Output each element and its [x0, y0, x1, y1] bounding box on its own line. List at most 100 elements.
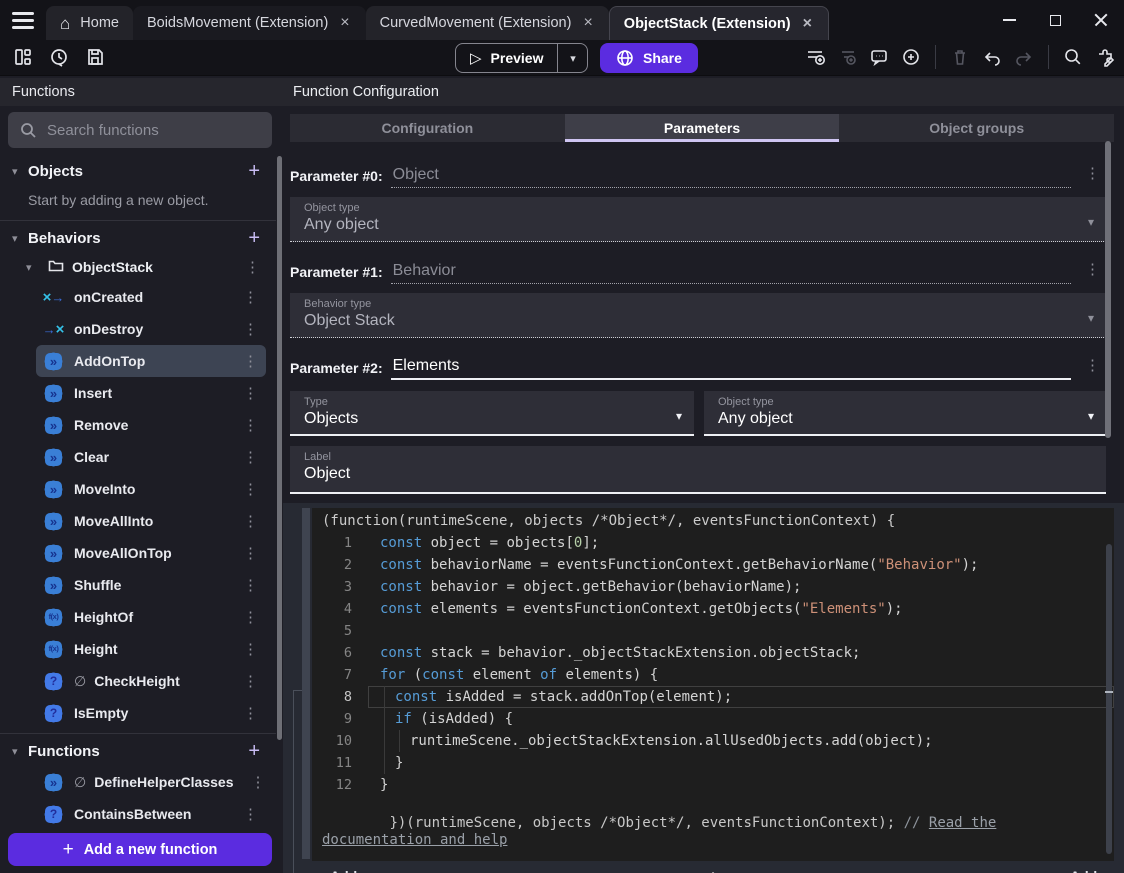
- behavior-function-moveallinto[interactable]: » MoveAllInto ⋮: [36, 505, 266, 537]
- free-function-containsbetween[interactable]: ? ContainsBetween ⋮: [36, 798, 266, 830]
- window-tab-curvedmovement[interactable]: CurvedMovement (Extension) ×: [365, 6, 609, 40]
- behavior-function-moveinto[interactable]: » MoveInto ⋮: [36, 473, 266, 505]
- preview-dropdown-button[interactable]: ▾: [557, 44, 587, 72]
- functions-section-header[interactable]: ▾ Functions +: [0, 736, 276, 766]
- minimize-button[interactable]: [986, 0, 1032, 40]
- kebab-menu-icon[interactable]: ⋮: [237, 416, 264, 434]
- kebab-menu-icon[interactable]: ⋮: [237, 704, 264, 722]
- close-button[interactable]: [1078, 0, 1124, 40]
- main-menu-icon[interactable]: [0, 0, 46, 40]
- save-icon[interactable]: [82, 44, 108, 70]
- behavior-function-heightof[interactable]: f(x) HeightOf ⋮: [36, 601, 266, 633]
- code-line-9[interactable]: 9 if (isAdded) {: [312, 708, 1114, 730]
- behavior-function-shuffle[interactable]: » Shuffle ⋮: [36, 569, 266, 601]
- kebab-menu-icon[interactable]: ⋮: [237, 384, 264, 402]
- kebab-menu-icon[interactable]: ⋮: [237, 544, 264, 562]
- parameter-2-name-input[interactable]: Elements: [390, 357, 1071, 380]
- close-tab-icon[interactable]: ×: [338, 14, 351, 32]
- behavior-function-ondestroy[interactable]: → × onDestroy ⋮: [36, 313, 266, 345]
- kebab-menu-icon[interactable]: ⋮: [237, 448, 264, 466]
- behavior-function-insert[interactable]: » Insert ⋮: [36, 377, 266, 409]
- code-line-1[interactable]: 1 const object = objects[0];: [312, 532, 1114, 554]
- event-drag-handle[interactable]: [302, 508, 310, 859]
- kebab-menu-icon[interactable]: ⋮: [237, 672, 264, 690]
- javascript-code-editor[interactable]: (function(runtimeScene, objects /*Object…: [312, 508, 1114, 873]
- behavior-function-checkheight[interactable]: ? ∅ CheckHeight ⋮: [36, 665, 266, 697]
- preview-button[interactable]: ▷ Preview ▾: [455, 43, 589, 73]
- parameter-0-name-input[interactable]: Object: [390, 166, 1071, 188]
- kebab-menu-icon[interactable]: ⋮: [237, 608, 264, 626]
- behavior-function-height[interactable]: f(x) Height ⋮: [36, 633, 266, 665]
- code-line-12[interactable]: 12}: [312, 774, 1114, 796]
- parameter-2-label-input[interactable]: Label Object: [290, 446, 1106, 494]
- parameter-0-object-type-select[interactable]: Object type Any object ▾: [290, 197, 1106, 242]
- behavior-function-moveallontop[interactable]: » MoveAllOnTop ⋮: [36, 537, 266, 569]
- code-line-8[interactable]: 8 const isAdded = stack.addOnTop(element)…: [312, 686, 1114, 708]
- code-line-7[interactable]: 7 for (const element of elements) {: [312, 664, 1114, 686]
- search-icon[interactable]: [1060, 44, 1086, 70]
- kebab-menu-icon[interactable]: ⋮: [237, 576, 264, 594]
- code-line-11[interactable]: 11}: [312, 752, 1114, 774]
- tab-object-groups[interactable]: Object groups: [839, 114, 1114, 142]
- code-line-2[interactable]: 2 const behaviorName = eventsFunctionCont…: [312, 554, 1114, 576]
- behavior-function-clear[interactable]: » Clear ⋮: [36, 441, 266, 473]
- history-icon[interactable]: [46, 44, 72, 70]
- kebab-menu-icon[interactable]: ⋮: [237, 480, 264, 498]
- undo-icon[interactable]: [979, 44, 1005, 70]
- kebab-menu-icon[interactable]: ⋮: [237, 288, 264, 306]
- parameter-1-behavior-type-select[interactable]: Behavior type Object Stack ▾: [290, 293, 1106, 338]
- maximize-button[interactable]: [1032, 0, 1078, 40]
- close-tab-icon[interactable]: ×: [801, 15, 814, 33]
- objects-section-header[interactable]: ▾ Objects +: [0, 156, 276, 186]
- code-line-4[interactable]: 4 const elements = eventsFunctionContext.…: [312, 598, 1114, 620]
- code-line-10[interactable]: 10 runtimeScene._objectStackExtension.all…: [312, 730, 1114, 752]
- line-number: 10: [335, 733, 352, 749]
- parameter-2-type-select[interactable]: Type Objects ▾: [290, 391, 694, 436]
- behavior-function-addontop[interactable]: » AddOnTop ⋮: [36, 345, 266, 377]
- code-line-3[interactable]: 3 const behavior = object.getBehavior(beh…: [312, 576, 1114, 598]
- function-name: onCreated: [74, 289, 144, 305]
- main-scrollbar[interactable]: [1105, 141, 1111, 438]
- code-line-6[interactable]: 6 const stack = behavior._objectStackExte…: [312, 642, 1114, 664]
- parameter-2-kebab-icon[interactable]: ⋮: [1079, 356, 1106, 374]
- kebab-menu-icon[interactable]: ⋮: [239, 258, 266, 276]
- add-event-icon[interactable]: [802, 44, 828, 70]
- add-object-button[interactable]: +: [244, 160, 264, 183]
- behavior-function-isempty[interactable]: ? IsEmpty ⋮: [36, 697, 266, 729]
- behavior-function-remove[interactable]: » Remove ⋮: [36, 409, 266, 441]
- add-new-function-button[interactable]: + Add a new function: [8, 833, 272, 866]
- behaviors-section-header[interactable]: ▾ Behaviors +: [0, 223, 276, 253]
- panels-icon[interactable]: [10, 44, 36, 70]
- behavior-folder-objectstack[interactable]: ▾ ObjectStack ⋮: [0, 253, 276, 281]
- add-function-plus-button[interactable]: +: [244, 740, 264, 763]
- window-tab-boidsmovement[interactable]: BoidsMovement (Extension) ×: [132, 6, 366, 40]
- parameter-0-kebab-icon[interactable]: ⋮: [1079, 164, 1106, 182]
- lifecycle-oncreated-icon: × →: [42, 288, 65, 306]
- kebab-menu-icon[interactable]: ⋮: [245, 773, 272, 791]
- edit-extension-icon[interactable]: [1092, 44, 1118, 70]
- code-line-5[interactable]: 5: [312, 620, 1114, 642]
- sidebar-scrollbar[interactable]: [277, 156, 282, 740]
- tab-configuration[interactable]: Configuration: [290, 114, 565, 142]
- close-tab-icon[interactable]: ×: [581, 14, 594, 32]
- editor-scrollbar[interactable]: [1106, 544, 1112, 854]
- window-tab-home[interactable]: ⌂ Home: [46, 6, 133, 40]
- parameter-1-kebab-icon[interactable]: ⋮: [1079, 260, 1106, 278]
- parameter-1-name-input[interactable]: Behavior: [390, 262, 1071, 284]
- tab-parameters[interactable]: Parameters: [564, 114, 840, 142]
- kebab-menu-icon[interactable]: ⋮: [237, 352, 264, 370]
- action-function-icon: »: [44, 448, 63, 467]
- comment-icon[interactable]: [866, 44, 892, 70]
- kebab-menu-icon[interactable]: ⋮: [237, 640, 264, 658]
- add-circle-icon[interactable]: [898, 44, 924, 70]
- share-button[interactable]: Share: [600, 43, 698, 73]
- parameter-2-object-type-select[interactable]: Object type Any object ▾: [704, 391, 1106, 436]
- kebab-menu-icon[interactable]: ⋮: [237, 512, 264, 530]
- search-functions-input[interactable]: Search functions: [8, 112, 272, 148]
- kebab-menu-icon[interactable]: ⋮: [237, 805, 264, 823]
- window-tab-objectstack[interactable]: ObjectStack (Extension) ×: [608, 6, 829, 40]
- behavior-function-oncreated[interactable]: × → onCreated ⋮: [36, 281, 266, 313]
- add-behavior-button[interactable]: +: [244, 227, 264, 250]
- free-function-definehelperclasses[interactable]: » ∅ DefineHelperClasses ⋮: [36, 766, 266, 798]
- kebab-menu-icon[interactable]: ⋮: [237, 320, 264, 338]
